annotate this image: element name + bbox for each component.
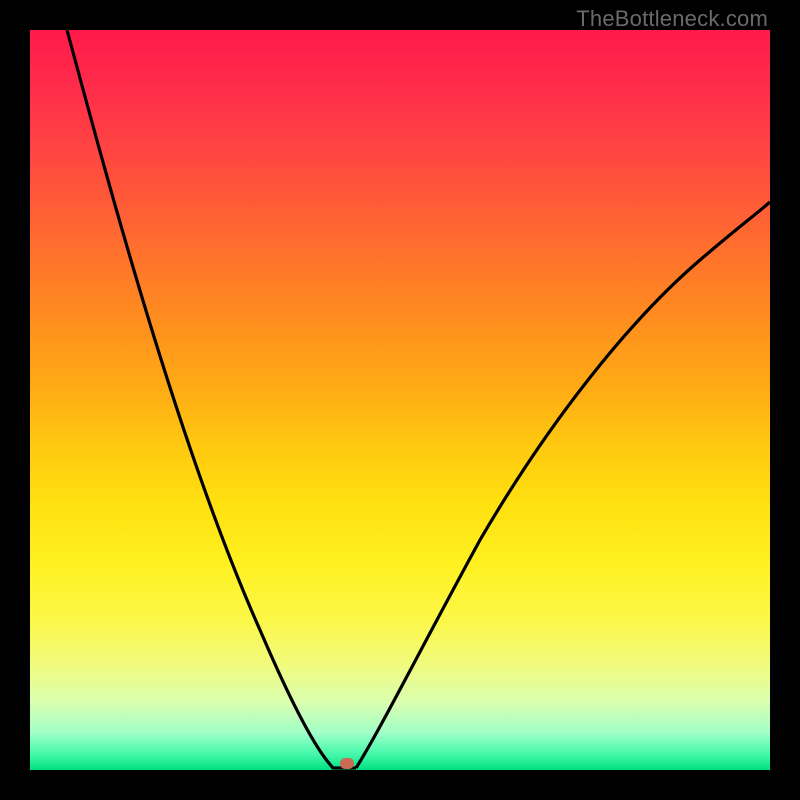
optimum-marker bbox=[340, 758, 354, 769]
curve-left bbox=[67, 30, 356, 768]
curve-right bbox=[356, 202, 770, 768]
watermark-text: TheBottleneck.com bbox=[576, 6, 768, 32]
chart-frame: TheBottleneck.com bbox=[0, 0, 800, 800]
bottleneck-curve bbox=[30, 30, 770, 770]
